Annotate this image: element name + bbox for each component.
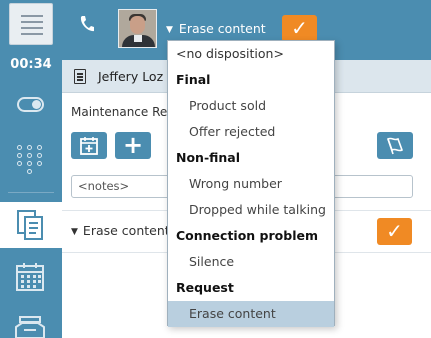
menu-group-connection-problem: Connection problem [176,228,318,243]
rail-divider [8,192,54,193]
flag-button[interactable] [377,132,413,159]
calendar-add-icon [80,137,98,155]
toggle-icon[interactable] [17,97,44,112]
caret-down-icon: ▼ [166,25,173,35]
menu-item-product-sold[interactable]: Product sold [168,93,334,119]
plus-icon: + [122,131,144,159]
inbox-icon[interactable] [14,313,46,338]
tab-documents[interactable] [0,202,62,248]
menu-button[interactable] [9,3,53,45]
add-button[interactable]: + [115,132,151,159]
disposition-dropdown-secondary[interactable]: ▼ Erase content [71,223,170,238]
menu-item-dropped-while-talking[interactable]: Dropped while talking [168,197,334,223]
disposition-menu: <no disposition> Final Product sold Offe… [167,40,335,327]
menu-item-silence[interactable]: Silence [168,249,334,275]
dialpad-icon[interactable] [17,145,44,176]
check-icon: ✓ [386,219,403,243]
menu-item-no-disposition[interactable]: <no disposition> [168,41,334,67]
disposition-value: Erase content [178,21,266,36]
menu-item-offer-rejected[interactable]: Offer rejected [168,119,334,145]
menu-item-wrong-number[interactable]: Wrong number [168,171,334,197]
subject-text: Maintenance Re [71,105,168,119]
avatar [118,9,157,48]
call-timer: 00:34 [10,57,52,72]
flag-icon [387,137,403,155]
phone-icon[interactable] [79,15,95,33]
confirm-disposition-button[interactable]: ✓ [282,15,317,42]
documents-icon [17,210,43,240]
add-calendar-button[interactable] [71,132,107,159]
left-rail: 00:34 [0,0,62,338]
disposition-dropdown[interactable]: ▼ Erase content [166,21,266,36]
contact-name: Jeffery Loz [98,69,164,84]
document-icon [74,69,86,84]
disposition-value-secondary: Erase content [82,223,170,238]
menu-group-request: Request [176,280,234,295]
menu-item-erase-content[interactable]: Erase content [168,301,334,327]
check-icon: ✓ [291,16,308,40]
menu-group-final: Final [176,72,211,87]
confirm-button-secondary[interactable]: ✓ [377,218,412,245]
menu-group-non-final: Non-final [176,150,241,165]
calendar-icon[interactable] [16,262,44,292]
caret-down-icon: ▼ [71,227,78,237]
